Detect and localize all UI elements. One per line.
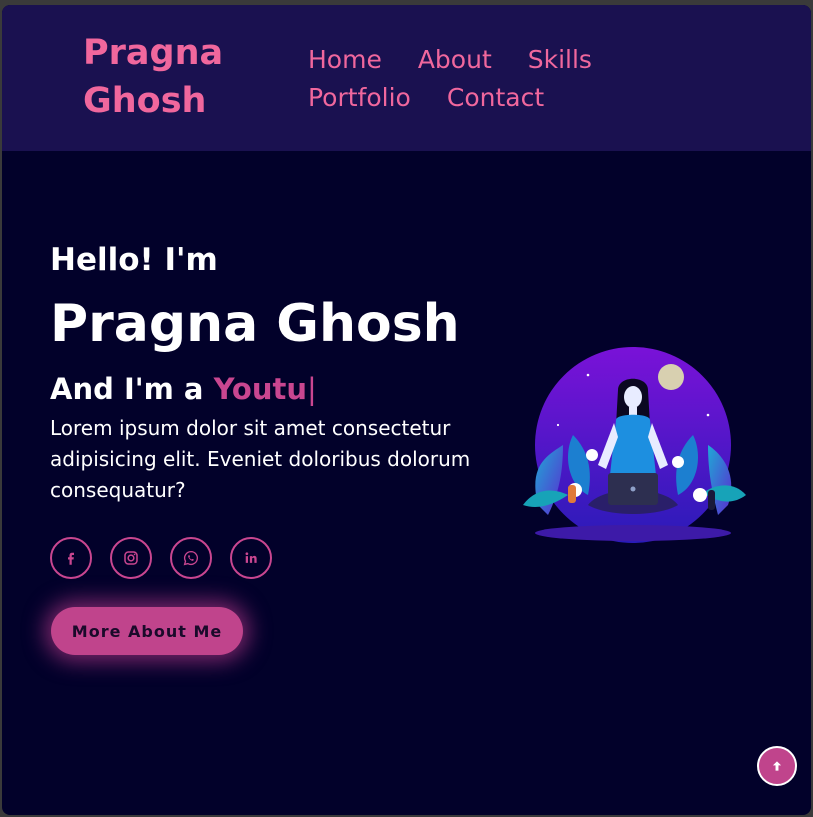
main-nav: Home About Skills Portfolio Contact [308, 41, 638, 117]
hero-greeting: Hello! I'm [50, 242, 218, 278]
instagram-icon [124, 551, 138, 565]
scroll-to-top-button[interactable] [757, 746, 797, 786]
page-window: Pragna Ghosh Home About Skills Portfolio Con… [2, 5, 811, 815]
more-about-me-button[interactable]: More About Me [51, 607, 243, 655]
hero-illustration [523, 347, 746, 543]
linkedin-icon [245, 552, 257, 563]
brand-logo[interactable]: Pragna Ghosh [83, 29, 223, 125]
nav-about[interactable]: About [418, 41, 492, 79]
nav-portfolio[interactable]: Portfolio [308, 79, 411, 117]
brand-last-name: Ghosh [83, 81, 207, 121]
arrow-up-icon [772, 761, 782, 771]
facebook-link[interactable] [50, 537, 92, 579]
instagram-link[interactable] [110, 537, 152, 579]
nav-skills[interactable]: Skills [528, 41, 592, 79]
hero-name: Pragna Ghosh [50, 294, 460, 354]
nav-contact[interactable]: Contact [447, 79, 544, 117]
whatsapp-link[interactable] [170, 537, 212, 579]
role-typed-text: Youtu [213, 372, 308, 406]
hero-role: And I'm a Youtu| [50, 370, 317, 408]
hero-description: Lorem ipsum dolor sit amet consectetur a… [50, 416, 471, 502]
facebook-icon [68, 552, 74, 565]
role-prefix: And I'm a [50, 372, 214, 406]
nav-home[interactable]: Home [308, 41, 382, 79]
typing-cursor: | [307, 372, 317, 406]
site-header: Pragna Ghosh Home About Skills Portfolio Con… [2, 5, 811, 151]
brand-first-name: Pragna [83, 33, 224, 73]
whatsapp-icon [183, 550, 199, 566]
linkedin-link[interactable] [230, 537, 272, 579]
